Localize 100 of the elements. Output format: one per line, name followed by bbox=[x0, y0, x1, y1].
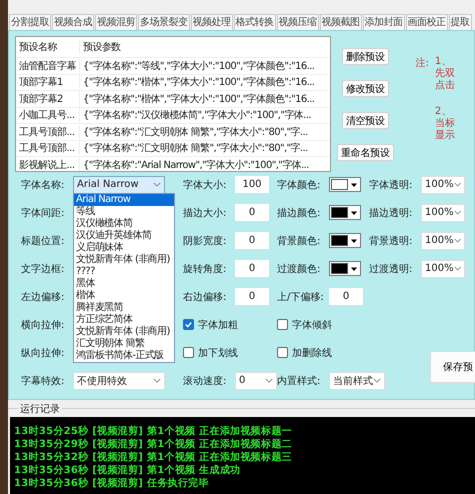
tab[interactable]: 视频合成 bbox=[52, 14, 94, 30]
field-label: 字幕特效: bbox=[21, 374, 66, 388]
table-cell-text: {"字体名称":"汇文明朝体 簡繁","字体大小":"80","字... bbox=[82, 142, 308, 156]
note-text: 1、 bbox=[434, 56, 452, 68]
dropdown-option[interactable]: 鸿雷板书简体-正式版 bbox=[74, 350, 174, 362]
note-text: 显示 bbox=[434, 130, 455, 142]
dropdown-option[interactable]: 黑体 bbox=[74, 278, 174, 290]
dropdown[interactable]: 不使用特效 bbox=[73, 372, 165, 390]
chevron-down-icon bbox=[454, 238, 461, 243]
table-cell: 油管配音字幕 bbox=[16, 58, 80, 73]
dropdown-option[interactable]: 汉仪橄榄体简 bbox=[74, 218, 174, 230]
table-cell: 顶部字幕2 bbox=[16, 92, 80, 106]
checkbox-label: 字体倾斜 bbox=[292, 318, 332, 332]
table-cell-text: {"字体名称":"楷体","字体大小":"100","字体颜色":"16... bbox=[82, 92, 314, 106]
checkbox[interactable] bbox=[277, 347, 288, 358]
tab[interactable]: 视频压缩 bbox=[276, 14, 318, 30]
field-label: 标题位置: bbox=[21, 234, 66, 248]
dropdown-option[interactable]: ???? bbox=[74, 266, 174, 278]
column-header: 预设名称 bbox=[16, 40, 80, 54]
number-field[interactable]: 0 bbox=[235, 204, 269, 221]
checkbox[interactable] bbox=[277, 319, 288, 330]
field-label: 字体间距: bbox=[21, 206, 66, 220]
chevron-down-icon bbox=[454, 210, 461, 215]
field-label: 字体透明: bbox=[369, 178, 414, 192]
field-label: 背景透明: bbox=[369, 234, 414, 248]
note-text: 当标 bbox=[434, 118, 455, 130]
table-cell-text: {"字体名称":"等线","字体大小":"100","字体颜色":"16... bbox=[82, 60, 314, 73]
color-picker[interactable] bbox=[329, 177, 361, 192]
dropdown[interactable]: 100% bbox=[421, 260, 465, 278]
log-line: 13时35分32秒 [视频混剪] 第1个视频 正在添加视频标题三 bbox=[14, 451, 293, 464]
column-header: 预设参数 bbox=[82, 40, 121, 54]
dropdown[interactable]: 100% bbox=[421, 232, 465, 250]
dropdown[interactable]: 0 bbox=[235, 372, 277, 390]
field-label: 字体颜色: bbox=[277, 178, 322, 192]
number-field[interactable]: 0 bbox=[235, 232, 269, 249]
field-label: 右边偏移: bbox=[183, 290, 228, 304]
dropdown-option[interactable]: 腾祥麦黑简 bbox=[74, 302, 174, 314]
number-field[interactable]: 0 bbox=[329, 288, 363, 305]
dropdown[interactable]: Arial Narrow bbox=[73, 176, 165, 194]
dropdown[interactable]: 当前样式 bbox=[329, 372, 385, 390]
dropdown-arrow-icon bbox=[350, 208, 358, 216]
checkbox-label: 字体加粗 bbox=[198, 318, 238, 332]
dropdown-option[interactable]: 义启萌妹体 bbox=[74, 242, 174, 254]
table-cell-text: {"字体名称":"汉仪橄榄体简","字体大小":"100","字体... bbox=[82, 108, 311, 122]
field-label: 内置样式: bbox=[277, 374, 322, 388]
field-label: 旋转角度: bbox=[183, 262, 228, 276]
dropdown-option[interactable]: 文悦新青年体 (非商用) bbox=[74, 254, 174, 266]
log-title: 运行记录 bbox=[18, 402, 62, 416]
preset-button[interactable]: 重命名预设 bbox=[337, 144, 394, 161]
chevron-down-icon bbox=[454, 182, 461, 187]
dropdown-option[interactable]: Arial Narrow bbox=[74, 194, 174, 206]
dropdown-option[interactable]: 汇文明朝体 簡繁 bbox=[74, 338, 174, 350]
dropdown-option[interactable]: 方正综艺简体 bbox=[74, 314, 174, 326]
field-label: 描边大小: bbox=[183, 206, 228, 220]
dropdown[interactable]: 100% bbox=[421, 204, 465, 222]
table-cell-text: {"字体名称":"楷体","字体大小":"100","字体颜色":"16... bbox=[82, 76, 314, 90]
field-label: 左边偏移: bbox=[21, 290, 66, 304]
note-text: 点击 bbox=[434, 80, 455, 92]
number-field[interactable]: 0 bbox=[235, 288, 269, 305]
preset-button[interactable]: 清空预设 bbox=[342, 112, 389, 129]
number-field[interactable]: 0 bbox=[235, 260, 269, 277]
dropdown-option[interactable]: 文悦新青年体 (非商用) bbox=[74, 326, 174, 338]
tab[interactable]: 视频处理 bbox=[190, 14, 232, 30]
tab[interactable]: 提取 bbox=[448, 14, 472, 30]
number-field[interactable]: 100 bbox=[235, 176, 269, 193]
chevron-down-icon bbox=[373, 378, 381, 383]
log-line: 13时35分25秒 [视频混剪] 第1个视频 正在添加视频标题一 bbox=[14, 425, 293, 438]
tab[interactable]: 多场景裂变 bbox=[138, 14, 190, 30]
preset-button[interactable]: 删除预设 bbox=[342, 48, 389, 65]
chevron-down-icon bbox=[153, 182, 161, 187]
checkbox-label: 加下划线 bbox=[198, 346, 238, 360]
tab[interactable]: 视频截图 bbox=[320, 14, 362, 30]
dropdown-option[interactable]: 等线 bbox=[74, 206, 174, 218]
table-cell: 小咖工具号... bbox=[16, 108, 80, 122]
tab[interactable]: 画面校正 bbox=[406, 14, 448, 30]
field-label: 字体名称: bbox=[21, 178, 66, 192]
field-label: 描边透明: bbox=[369, 206, 414, 220]
dropdown-option[interactable]: 楷体 bbox=[74, 290, 174, 302]
dropdown-option[interactable]: 汉仪迪升英雄体简 bbox=[74, 230, 174, 242]
dropdown-arrow-icon bbox=[350, 264, 358, 272]
dropdown-arrow-icon bbox=[350, 236, 358, 244]
color-picker[interactable] bbox=[329, 261, 361, 276]
save-preset-button[interactable]: 保存预 bbox=[430, 350, 475, 382]
checkbox[interactable] bbox=[183, 319, 194, 330]
table-cell-text: {"字体名称":"Arial Narrow","字体大小":"100","字体... bbox=[82, 158, 309, 171]
tab[interactable]: 视频混剪 bbox=[95, 14, 137, 30]
color-picker[interactable] bbox=[329, 205, 361, 220]
field-label: 过渡颜色: bbox=[277, 262, 322, 276]
checkbox[interactable] bbox=[183, 347, 194, 358]
dropdown[interactable]: 100% bbox=[421, 176, 465, 194]
tab[interactable]: 分割提取 bbox=[9, 14, 51, 30]
tab[interactable]: 添加封面 bbox=[362, 14, 404, 30]
field-label: 描边颜色: bbox=[277, 206, 322, 220]
color-picker[interactable] bbox=[329, 233, 361, 248]
note-text: 先双 bbox=[434, 68, 455, 80]
field-label: 阴影宽度: bbox=[183, 234, 228, 248]
chevron-down-icon bbox=[153, 378, 161, 383]
tab[interactable]: 格式转换 bbox=[234, 14, 276, 30]
table-cell-text: {"字体名称":"汇文明朝体 簡繁","字体大小":"80","字... bbox=[82, 126, 308, 139]
preset-button[interactable]: 修改预设 bbox=[342, 80, 389, 97]
